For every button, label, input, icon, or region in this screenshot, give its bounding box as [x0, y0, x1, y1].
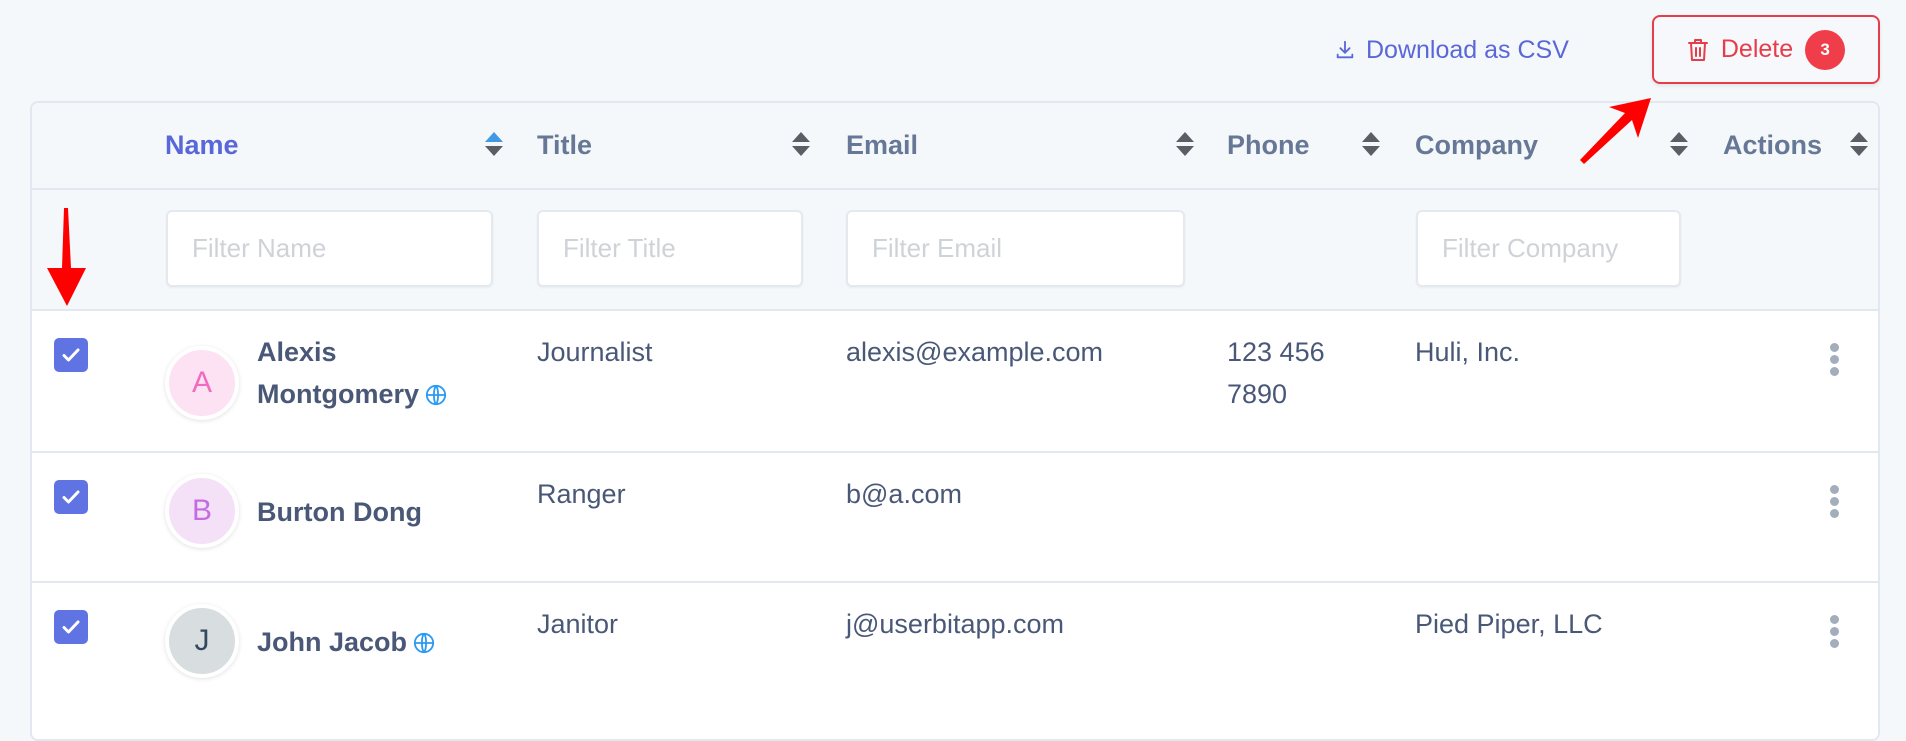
download-csv-label: Download as CSV	[1366, 35, 1569, 64]
column-header-actions[interactable]: Actions	[1723, 103, 1822, 188]
contact-name[interactable]: John Jacob	[257, 621, 435, 663]
avatar: B	[165, 474, 239, 548]
row-actions-menu-icon[interactable]	[1825, 485, 1845, 525]
filter-email-input[interactable]	[846, 210, 1185, 287]
table-row: J John Jacob Janitor j@userbitapp.com Pi…	[32, 583, 1878, 739]
row-checkbox[interactable]	[54, 480, 88, 514]
phone-line-1: 123 456	[1227, 337, 1325, 367]
row-actions-menu-icon[interactable]	[1825, 615, 1845, 655]
column-header-email[interactable]: Email	[846, 103, 918, 188]
avatar: J	[165, 604, 239, 678]
checkmark-icon	[62, 348, 80, 362]
sort-icon[interactable]	[791, 129, 811, 159]
sort-icon[interactable]	[1175, 129, 1195, 159]
phone-line-2: 7890	[1227, 379, 1288, 409]
email-cell: j@userbitapp.com	[846, 609, 1065, 639]
checkmark-icon	[62, 490, 80, 504]
table-filter-row	[32, 190, 1878, 311]
column-header-title[interactable]: Title	[537, 103, 592, 188]
checkmark-icon	[62, 620, 80, 634]
avatar: A	[165, 346, 239, 420]
company-cell: Huli, Inc.	[1415, 337, 1521, 367]
column-header-name[interactable]: Name	[165, 103, 239, 188]
trash-icon	[1687, 38, 1708, 61]
globe-icon[interactable]	[425, 384, 447, 406]
table-row: A Alexis Montgomery Journalist alexis@ex…	[32, 311, 1878, 453]
download-icon	[1336, 40, 1354, 59]
sort-ascending-icon[interactable]	[484, 129, 504, 159]
name-line-2: Montgomery	[257, 379, 419, 409]
delete-label: Delete	[1720, 35, 1794, 63]
row-actions-menu-icon[interactable]	[1825, 343, 1845, 383]
contacts-table: Name Title Email Phone Company Actions F…	[30, 101, 1880, 741]
filter-title-input[interactable]	[537, 210, 803, 287]
email-cell: b@a.com	[846, 479, 962, 509]
sort-icon[interactable]	[1669, 129, 1689, 159]
download-csv-button[interactable]: Download as CSV	[1334, 30, 1569, 70]
name-line-1: Alexis	[257, 337, 337, 367]
title-cell: Janitor	[537, 609, 619, 639]
table-header-row: Name Title Email Phone Company Actions	[32, 103, 1878, 190]
filter-name-input[interactable]	[166, 210, 493, 287]
sort-icon[interactable]	[1849, 129, 1869, 159]
email-cell: alexis@example.com	[846, 337, 1104, 367]
delete-button[interactable]: Delete 3	[1652, 15, 1880, 84]
phone-cell: 123 456 7890	[1227, 331, 1325, 415]
contact-name-text: John Jacob	[257, 627, 408, 657]
title-cell: Journalist	[537, 337, 653, 367]
row-checkbox[interactable]	[54, 610, 88, 644]
table-row: B Burton Dong Ranger b@a.com	[32, 453, 1878, 583]
contact-name[interactable]: Alexis Montgomery	[257, 331, 447, 415]
sort-icon[interactable]	[1361, 129, 1381, 159]
globe-icon[interactable]	[413, 632, 435, 654]
title-cell: Ranger	[537, 479, 626, 509]
filter-company-input[interactable]	[1416, 210, 1681, 287]
row-checkbox[interactable]	[54, 338, 88, 372]
selected-count-badge: 3	[1805, 29, 1846, 70]
column-header-phone[interactable]: Phone	[1227, 103, 1310, 188]
column-header-company[interactable]: Company	[1415, 103, 1538, 188]
contact-name[interactable]: Burton Dong	[257, 491, 422, 533]
company-cell: Pied Piper, LLC	[1415, 609, 1603, 639]
